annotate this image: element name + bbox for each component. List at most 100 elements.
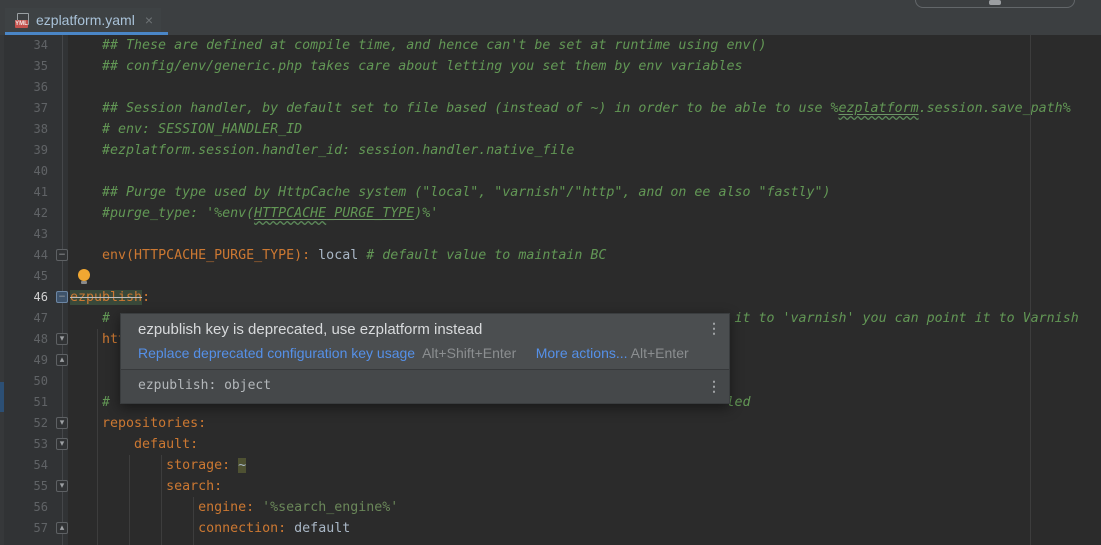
code-line[interactable]: 38 # env: SESSION_HANDLER_ID [0, 119, 1101, 140]
code-token: storage: [166, 458, 230, 473]
popup-actions-row: Replace deprecated configuration key usa… [138, 345, 689, 361]
right-margin-guide [1030, 35, 1031, 545]
intention-bulb-icon[interactable] [78, 269, 91, 285]
line-number: 48 [0, 329, 48, 350]
code-text: ## config/env/generic.php takes care abo… [70, 56, 742, 77]
editor-tab[interactable]: YML ezplatform.yaml × [5, 8, 161, 32]
quickfix-link[interactable]: Replace deprecated configuration key usa… [138, 345, 415, 361]
code-text: #purge_type: '%env(HTTPCACHE_PURGE_TYPE)… [70, 203, 438, 224]
code-token: _PURGE_TYPE [326, 206, 414, 221]
code-line[interactable]: 43 [0, 224, 1101, 245]
more-actions-shortcut-label: Alt+Enter [631, 345, 689, 361]
code-token: : [142, 290, 150, 305]
code-token: engine: [198, 500, 254, 515]
code-line[interactable]: 55 search: [0, 476, 1101, 497]
fold-marker[interactable]: − [56, 249, 68, 261]
code-line[interactable]: 35 ## config/env/generic.php takes care … [0, 56, 1101, 77]
code-text: default: [70, 434, 198, 455]
code-line[interactable]: 53 default: [0, 434, 1101, 455]
fold-marker[interactable]: ▾ [56, 333, 68, 345]
line-number: 39 [0, 140, 48, 161]
fold-marker[interactable]: ▴ [56, 522, 68, 534]
run-widget-fragment[interactable] [915, 0, 1075, 8]
code-token: default: [134, 437, 198, 452]
code-token: # default value to maintain BC [366, 248, 606, 263]
popup-title: ezpublish key is deprecated, use ezplatf… [138, 321, 482, 338]
code-token: HTTPCACHE [254, 206, 326, 221]
code-token: connection: [198, 521, 286, 536]
line-number: 35 [0, 56, 48, 77]
kebab-menu-icon[interactable]: ⋮ [707, 378, 721, 394]
fold-marker[interactable]: ▾ [56, 417, 68, 429]
indent-guide [193, 497, 194, 545]
line-number: 46 [0, 287, 48, 308]
code-token: ezpublish [70, 290, 142, 305]
code-token: .session.save_path% [919, 101, 1071, 116]
code-text: repositories: [70, 413, 206, 434]
code-text: ## Purge type used by HttpCache system (… [70, 182, 831, 203]
code-token: #ezplatform.session.handler_id: session.… [70, 143, 574, 158]
kebab-menu-icon[interactable]: ⋮ [707, 320, 721, 336]
code-token [230, 458, 238, 473]
line-number: 57 [0, 518, 48, 539]
editor[interactable]: 34 ## These are defined at compile time,… [0, 35, 1101, 545]
code-token [70, 521, 198, 536]
code-line[interactable]: 40 [0, 161, 1101, 182]
tab-bar: YML ezplatform.yaml × [0, 8, 1101, 35]
code-token [70, 458, 166, 473]
line-number: 52 [0, 413, 48, 434]
code-line[interactable]: 42 #purge_type: '%env(HTTPCACHE_PURGE_TY… [0, 203, 1101, 224]
line-number: 44 [0, 245, 48, 266]
code-line[interactable]: 46 ezpublish: [0, 287, 1101, 308]
fold-marker[interactable]: ▴ [56, 354, 68, 366]
code-line[interactable]: 44 env(HTTPCACHE_PURGE_TYPE): local # de… [0, 245, 1101, 266]
run-widget-icon [989, 0, 1001, 5]
line-number: 53 [0, 434, 48, 455]
code-token: )%' [414, 206, 438, 221]
code-token: ~ [238, 458, 246, 473]
line-number: 47 [0, 308, 48, 329]
code-token [286, 521, 294, 536]
code-line[interactable]: 39 #ezplatform.session.handler_id: sessi… [0, 140, 1101, 161]
code-line[interactable]: 52 repositories: [0, 413, 1101, 434]
line-number: 37 [0, 98, 48, 119]
tab-label: ezplatform.yaml [36, 12, 135, 28]
fold-marker[interactable]: − [56, 291, 68, 303]
tab-close-icon[interactable]: × [145, 13, 153, 27]
code-token [70, 479, 166, 494]
code-line[interactable]: 41 ## Purge type used by HttpCache syste… [0, 182, 1101, 203]
code-line[interactable]: 57 connection: default [0, 518, 1101, 539]
code-token: # [102, 395, 110, 410]
code-token [70, 437, 134, 452]
code-line[interactable]: 54 storage: ~ [0, 455, 1101, 476]
line-number: 55 [0, 476, 48, 497]
code-token [70, 248, 102, 263]
code-text: #ezplatform.session.handler_id: session.… [70, 140, 574, 161]
popup-inspection-section: ezpublish key is deprecated, use ezplatf… [121, 314, 729, 369]
deprecation-popup: ezpublish key is deprecated, use ezplatf… [120, 313, 730, 404]
code-text: ## These are defined at compile time, an… [70, 35, 766, 56]
line-number: 43 [0, 224, 48, 245]
line-number: 51 [0, 392, 48, 413]
code-line[interactable]: 36 [0, 77, 1101, 98]
code-token: '%search_engine%' [262, 500, 398, 515]
code-token: #purge_type: '%env( [70, 206, 254, 221]
ide-window: YML ezplatform.yaml × 34 ## These are de… [0, 0, 1101, 545]
indent-guide [129, 455, 130, 545]
code-token: ## config/env/generic.php takes care abo… [70, 59, 742, 74]
code-line[interactable]: 37 ## Session handler, by default set to… [0, 98, 1101, 119]
more-actions-link[interactable]: More actions... [536, 345, 628, 361]
code-token: repositories: [102, 416, 206, 431]
line-number: 49 [0, 350, 48, 371]
code-line[interactable]: 45 [0, 266, 1101, 287]
code-text: ezpublish: [70, 287, 150, 308]
fold-marker[interactable]: ▾ [56, 480, 68, 492]
code-token [70, 311, 102, 326]
line-number: 56 [0, 497, 48, 518]
line-number: 40 [0, 161, 48, 182]
code-line[interactable]: 56 engine: '%search_engine%' [0, 497, 1101, 518]
code-token: ezplatform [839, 101, 919, 116]
fold-marker[interactable]: ▾ [56, 438, 68, 450]
code-line[interactable]: 34 ## These are defined at compile time,… [0, 35, 1101, 56]
line-number: 36 [0, 77, 48, 98]
